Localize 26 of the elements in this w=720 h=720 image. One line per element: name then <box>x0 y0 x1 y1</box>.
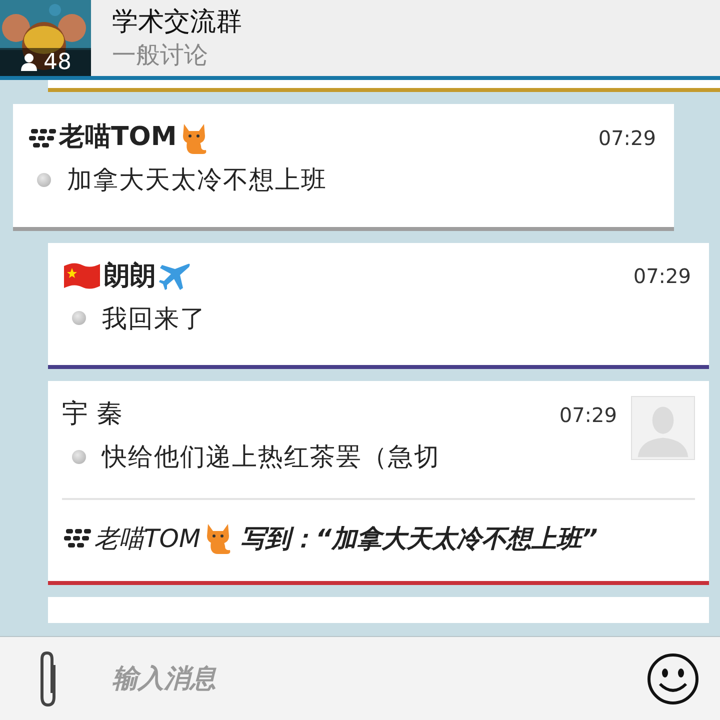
message-text: 加拿大天太冷不想上班 <box>67 164 327 196</box>
sender-name: 老喵TOM <box>59 121 177 154</box>
message-text: 我回来了 <box>102 302 206 334</box>
airplane-icon <box>158 261 192 291</box>
group-subtitle: 一般讨论 <box>112 40 209 71</box>
smiley-icon <box>646 652 700 706</box>
quote-sender: 老喵TOM <box>94 522 201 554</box>
person-icon <box>20 53 38 71</box>
message-time: 07:29 <box>559 402 618 428</box>
quote-text: 写到：“加拿大天太冷不想上班” <box>240 522 598 554</box>
sender-name: 朗朗 <box>104 260 156 292</box>
message-time: 07:29 <box>598 124 657 152</box>
group-title: 学术交流群 <box>112 6 242 39</box>
bullet-icon <box>72 311 86 326</box>
sender-name: 宇 秦 <box>62 398 122 431</box>
dots-logo-icon <box>27 126 57 148</box>
dots-logo-icon <box>62 527 92 550</box>
flag-icon <box>62 260 102 292</box>
member-count: 48 <box>44 48 72 76</box>
message-time: 07:29 <box>633 263 692 290</box>
emoji-button[interactable] <box>636 637 720 720</box>
message-text: 快给他们递上热红茶罢（急切 <box>102 441 440 473</box>
bullet-icon <box>37 172 51 187</box>
attach-button[interactable] <box>0 637 82 720</box>
bullet-icon <box>72 450 86 464</box>
message-input[interactable]: 输入消息 <box>82 637 636 720</box>
